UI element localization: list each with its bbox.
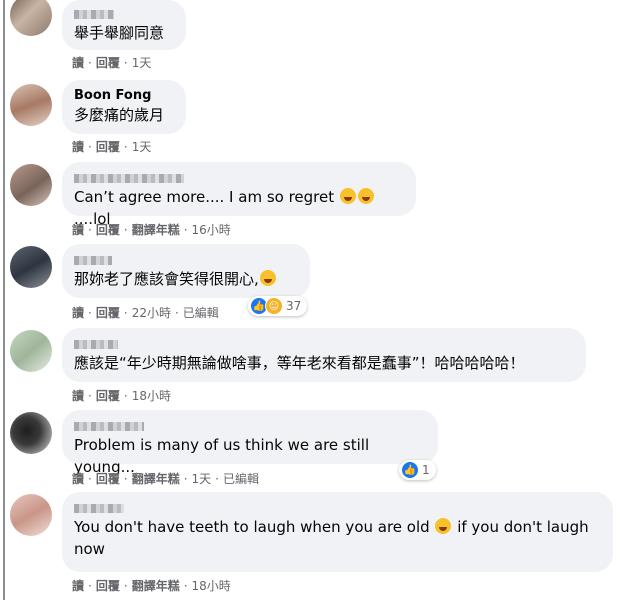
like-action[interactable]: 讀 [72,472,84,486]
author-name[interactable] [74,10,114,19]
comment-bubble: Problem is many of us think we are still… [62,410,438,476]
comment-text: You don't have teeth to laugh when you a… [74,518,589,558]
comment-text: 多麼痛的歲月 [74,106,165,124]
avatar[interactable] [10,494,52,536]
author-name[interactable] [74,340,118,349]
timestamp[interactable]: 18小時 [132,389,171,403]
like-action[interactable]: 讀 [72,56,84,70]
avatar[interactable] [10,84,52,126]
reply-action[interactable]: 回覆 [96,389,120,403]
reply-action[interactable]: 回覆 [96,223,120,237]
like-action[interactable]: 讀 [72,140,84,154]
grinning-emoji-icon [339,188,356,204]
avatar[interactable] [10,246,52,288]
comment-actions: 讀 · 回覆 · 18小時 [72,389,171,403]
author-name[interactable] [74,422,144,431]
reaction-summary[interactable]: 👍 ☺ 37 [248,296,308,316]
haha-icon: ☺ [265,297,283,315]
comment-actions: 讀 · 回覆 · 1天 [72,140,152,154]
like-action[interactable]: 讀 [72,223,84,237]
reaction-count: 1 [422,463,430,477]
comment-text: 應該是“年少時期無論做啥事，等年老來看都是蠢事”！哈哈哈哈哈！ [74,354,525,372]
grinning-emoji-icon [357,188,374,204]
reply-action[interactable]: 回覆 [96,306,120,320]
comment-bubble: You don't have teeth to laugh when you a… [62,492,613,572]
translate-action[interactable]: 翻譯年糕 [132,223,180,237]
author-name[interactable] [74,504,124,513]
reaction-summary[interactable]: 👍 1 [399,460,436,480]
rofl-emoji-icon [435,518,452,534]
timestamp[interactable]: 18小時 [192,579,231,593]
like-icon: 👍 [401,461,419,479]
reply-action[interactable]: 回覆 [96,56,120,70]
timestamp[interactable]: 22小時 [132,306,171,320]
author-name[interactable]: Boon Fong [74,88,174,104]
avatar[interactable] [10,412,52,454]
timestamp[interactable]: 16小時 [192,223,231,237]
comment-actions: 讀 · 回覆 · 翻譯年糕 · 18小時 [72,579,231,593]
translate-action[interactable]: 翻譯年糕 [132,472,180,486]
edited-label[interactable]: 已編輯 [183,306,219,320]
like-action[interactable]: 讀 [72,579,84,593]
avatar[interactable] [10,330,52,372]
thread-line [3,0,5,600]
comment-actions: 讀 · 回覆 · 22小時 · 已編輯 [72,306,219,320]
comment-actions: 讀 · 回覆 · 翻譯年糕 · 1天 · 已編輯 [72,472,260,486]
comment-actions: 讀 · 回覆 · 翻譯年糕 · 16小時 [72,223,231,237]
avatar[interactable] [10,0,52,36]
author-name[interactable] [74,174,184,183]
reply-action[interactable]: 回覆 [96,472,120,486]
edited-label[interactable]: 已編輯 [223,472,259,486]
comment-text: 那妳老了應該會笑得很開心, [74,268,298,290]
comment-bubble: 應該是“年少時期無論做啥事，等年老來看都是蠢事”！哈哈哈哈哈！ [62,328,586,382]
laughing-emoji-icon [259,270,276,286]
comment-bubble: 舉手舉腳同意 [62,0,186,50]
comment-bubble: Can’t agree more.... I am so regret ....… [62,162,416,228]
comment-actions: 讀 · 回覆 · 1天 [72,56,152,70]
timestamp[interactable]: 1天 [192,472,212,486]
reply-action[interactable]: 回覆 [96,579,120,593]
translate-action[interactable]: 翻譯年糕 [132,579,180,593]
timestamp[interactable]: 1天 [132,56,152,70]
timestamp[interactable]: 1天 [132,140,152,154]
comment-text: 舉手舉腳同意 [74,24,165,42]
comment-bubble: 那妳老了應該會笑得很開心, [62,244,310,298]
like-action[interactable]: 讀 [72,389,84,403]
avatar[interactable] [10,164,52,206]
author-name[interactable] [74,256,112,265]
reply-action[interactable]: 回覆 [96,140,120,154]
comment-bubble: Boon Fong 多麼痛的歲月 [62,80,186,134]
like-action[interactable]: 讀 [72,306,84,320]
reaction-count: 37 [286,299,302,313]
